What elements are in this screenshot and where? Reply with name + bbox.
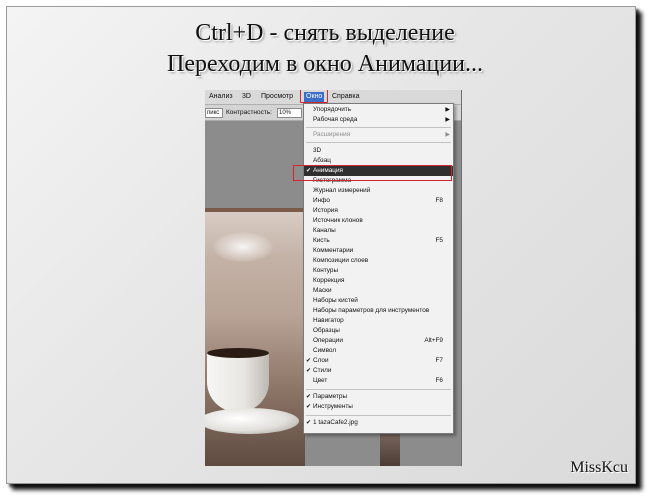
menu-item-adjustments[interactable]: Коррекция [304, 276, 453, 286]
menu-item-shortcut: F6 [435, 377, 443, 384]
menu-item-channels[interactable]: Каналы [304, 226, 453, 236]
menu-item-3d[interactable]: 3D [304, 146, 453, 156]
menu-item-label: Инфо [313, 197, 330, 204]
menu-item-clone-source[interactable]: Источник клонов [304, 216, 453, 226]
menu-item-label: Наборы кистей [313, 297, 358, 304]
menu-item-shortcut: Alt+F9 [424, 337, 443, 344]
submenu-arrow-icon: ▶ [445, 132, 450, 138]
menu-item-swatches[interactable]: Образцы [304, 326, 453, 336]
contrast-field[interactable]: 10% [277, 108, 302, 118]
menu-item-layers[interactable]: ✔ Слои F7 [304, 356, 453, 366]
menu-item-label: Журнал измерений [313, 187, 371, 194]
size-field[interactable]: пикс [205, 108, 223, 118]
menu-item-label: Каналы [313, 227, 336, 234]
menu-item-label: 1 tazaCafe2.jpg [313, 419, 358, 426]
menu-separator [306, 127, 451, 128]
menu-separator [306, 389, 451, 390]
menu-item-label: Источник клонов [313, 217, 363, 224]
menu-item-navigator[interactable]: Навигатор [304, 316, 453, 326]
menu-item-history[interactable]: История [304, 206, 453, 216]
menu-item-styles[interactable]: ✔ Стили [304, 366, 453, 376]
menu-item-info[interactable]: Инфо F8 [304, 196, 453, 206]
menu-3d[interactable]: 3D [242, 93, 251, 100]
menu-item-shortcut: F7 [435, 357, 443, 364]
menu-item-label: Образцы [313, 327, 340, 334]
submenu-arrow-icon: ▶ [445, 107, 450, 113]
slide-title-line1: Ctrl+D - снять выделение [195, 20, 455, 46]
menu-item-paths[interactable]: Контуры [304, 266, 453, 276]
menu-item-label: Инструменты [313, 403, 353, 410]
slide-title-line2: Переходим в окно Анимации... [166, 51, 484, 77]
menu-item-label: Контуры [313, 267, 339, 274]
menu-item-label: Кисть [313, 237, 330, 244]
menu-item-label: 3D [313, 147, 322, 154]
author-signature: MissKcu [570, 459, 628, 476]
menu-item-measurement-log[interactable]: Журнал измерений [304, 186, 453, 196]
menu-item-brush-presets[interactable]: Наборы кистей [304, 296, 453, 306]
window-menu-highlight-frame [300, 90, 328, 103]
menu-help[interactable]: Справка [332, 93, 359, 100]
menu-separator [306, 142, 451, 143]
steam-shape [213, 232, 273, 262]
photo-edge-fragment [380, 430, 400, 466]
menu-item-color[interactable]: Цвет F6 [304, 376, 453, 386]
menu-item-label: Слои [313, 357, 329, 364]
contrast-label: Контрастность: [226, 109, 273, 116]
menu-item-label: История [313, 207, 338, 214]
menu-item-label: Рабочая среда [313, 116, 358, 123]
menu-item-notes[interactable]: Комментарии [304, 246, 453, 256]
menu-item-shortcut: F8 [435, 197, 443, 204]
menu-item-label: Упорядочить [313, 106, 352, 113]
menu-item-brush[interactable]: Кисть F5 [304, 236, 453, 246]
menu-item-label: Композиции слоев [313, 257, 369, 264]
menu-item-label: Символ [313, 347, 337, 354]
coffee-photo [205, 212, 305, 466]
menu-item-label: Коррекция [313, 277, 345, 284]
menu-item-layer-comps[interactable]: Композиции слоев [304, 256, 453, 266]
menu-item-character[interactable]: Символ [304, 346, 453, 356]
saucer-shape [205, 408, 299, 434]
menu-item-label: Маски [313, 287, 332, 294]
menu-item-label: Цвет [313, 377, 328, 384]
menu-item-masks[interactable]: Маски [304, 286, 453, 296]
checkmark-icon: ✔ [306, 404, 312, 410]
menu-item-label: Стили [313, 367, 332, 374]
submenu-arrow-icon: ▶ [445, 117, 450, 123]
menu-analysis[interactable]: Анализ [209, 93, 233, 100]
menu-item-extensions: Расширения ▶ [304, 130, 453, 140]
animation-highlight-frame [293, 165, 452, 181]
menu-item-label: Расширения [313, 131, 351, 138]
menu-item-label: Комментарии [313, 247, 354, 254]
menu-item-tools[interactable]: ✔ Инструменты [304, 402, 453, 412]
menu-view[interactable]: Просмотр [261, 93, 293, 100]
cup-shape [207, 352, 269, 412]
menu-item-arrange[interactable]: Упорядочить ▶ [304, 105, 453, 115]
menu-item-label: Параметры [313, 393, 348, 400]
checkmark-icon: ✔ [306, 368, 312, 374]
menu-item-options[interactable]: ✔ Параметры [304, 392, 453, 402]
menu-item-actions[interactable]: Операции Alt+F9 [304, 336, 453, 346]
menu-item-workspace[interactable]: Рабочая среда ▶ [304, 115, 453, 125]
checkmark-icon: ✔ [306, 358, 312, 364]
menu-item-label: Операции [313, 337, 343, 344]
menu-item-shortcut: F5 [435, 237, 443, 244]
menu-separator [306, 415, 451, 416]
menu-item-label: Навигатор [313, 317, 344, 324]
checkmark-icon: ✔ [306, 420, 312, 426]
window-menu-dropdown: Упорядочить ▶ Рабочая среда ▶ Расширения… [303, 103, 454, 434]
menu-item-tool-presets[interactable]: Наборы параметров для инструментов [304, 306, 453, 316]
menu-item-label: Наборы параметров для инструментов [313, 307, 430, 314]
menu-item-open-document[interactable]: ✔ 1 tazaCafe2.jpg [304, 418, 453, 428]
coffee-surface [207, 348, 269, 358]
checkmark-icon: ✔ [306, 394, 312, 400]
